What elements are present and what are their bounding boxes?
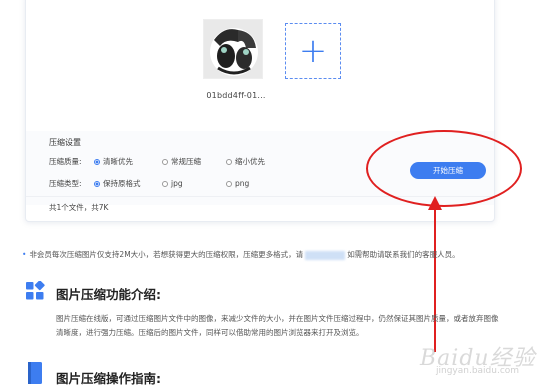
image-thumbnail[interactable] [203,19,263,79]
radio-icon [162,158,168,165]
watermark-url: jingyan.baidu.com [436,366,520,376]
guide-book-icon [28,362,42,384]
type-row: 压缩类型: 保持原格式 jpg png [49,178,259,189]
page: 01bdd4ff-01... + 压缩设置 压缩质量: 清晰优先 常规压缩 缩小… [0,0,553,389]
type-option-original[interactable]: 保持原格式 [94,178,152,189]
quality-option-small[interactable]: 缩小优先 [226,156,265,167]
bullet-icon: • [22,250,27,259]
radio-selected-icon [94,158,100,165]
radio-icon [162,180,168,187]
radio-selected-icon [94,180,100,187]
quality-option-clear[interactable]: 清晰优先 [94,156,152,167]
quality-row: 压缩质量: 清晰优先 常规压缩 缩小优先 [49,156,275,167]
plus-icon: + [298,31,328,71]
file-name: 01bdd4ff-01... [206,91,266,100]
intro-description: 图片压缩在线版，可通过压缩图片文件中的图像，来减少文件的大小，并在图片文件压缩过… [56,314,499,337]
file-summary: 共1个文件，共7K [49,203,109,212]
quality-label: 压缩质量: [49,157,82,166]
guide-title: 图片压缩操作指南: [56,371,161,386]
notice-text: • 非会员每次压缩图片仅支持2M大小，若想获得更大的压缩权限，压缩更多格式，请 如需… [22,250,460,260]
redacted-link[interactable] [305,250,346,260]
type-option-png[interactable]: png [226,179,249,188]
type-option-jpg[interactable]: jpg [162,179,216,188]
add-file-button[interactable]: + [285,23,341,79]
quality-option-normal[interactable]: 常规压缩 [162,156,216,167]
type-label: 压缩类型: [49,179,82,188]
thumbnail-image [204,20,262,78]
annotation-ellipse [366,130,522,207]
settings-title: 压缩设置 [49,138,81,147]
radio-icon [226,180,232,187]
radio-icon [226,158,232,165]
intro-title: 图片压缩功能介绍: [56,287,161,302]
feature-grid-icon [26,281,45,300]
